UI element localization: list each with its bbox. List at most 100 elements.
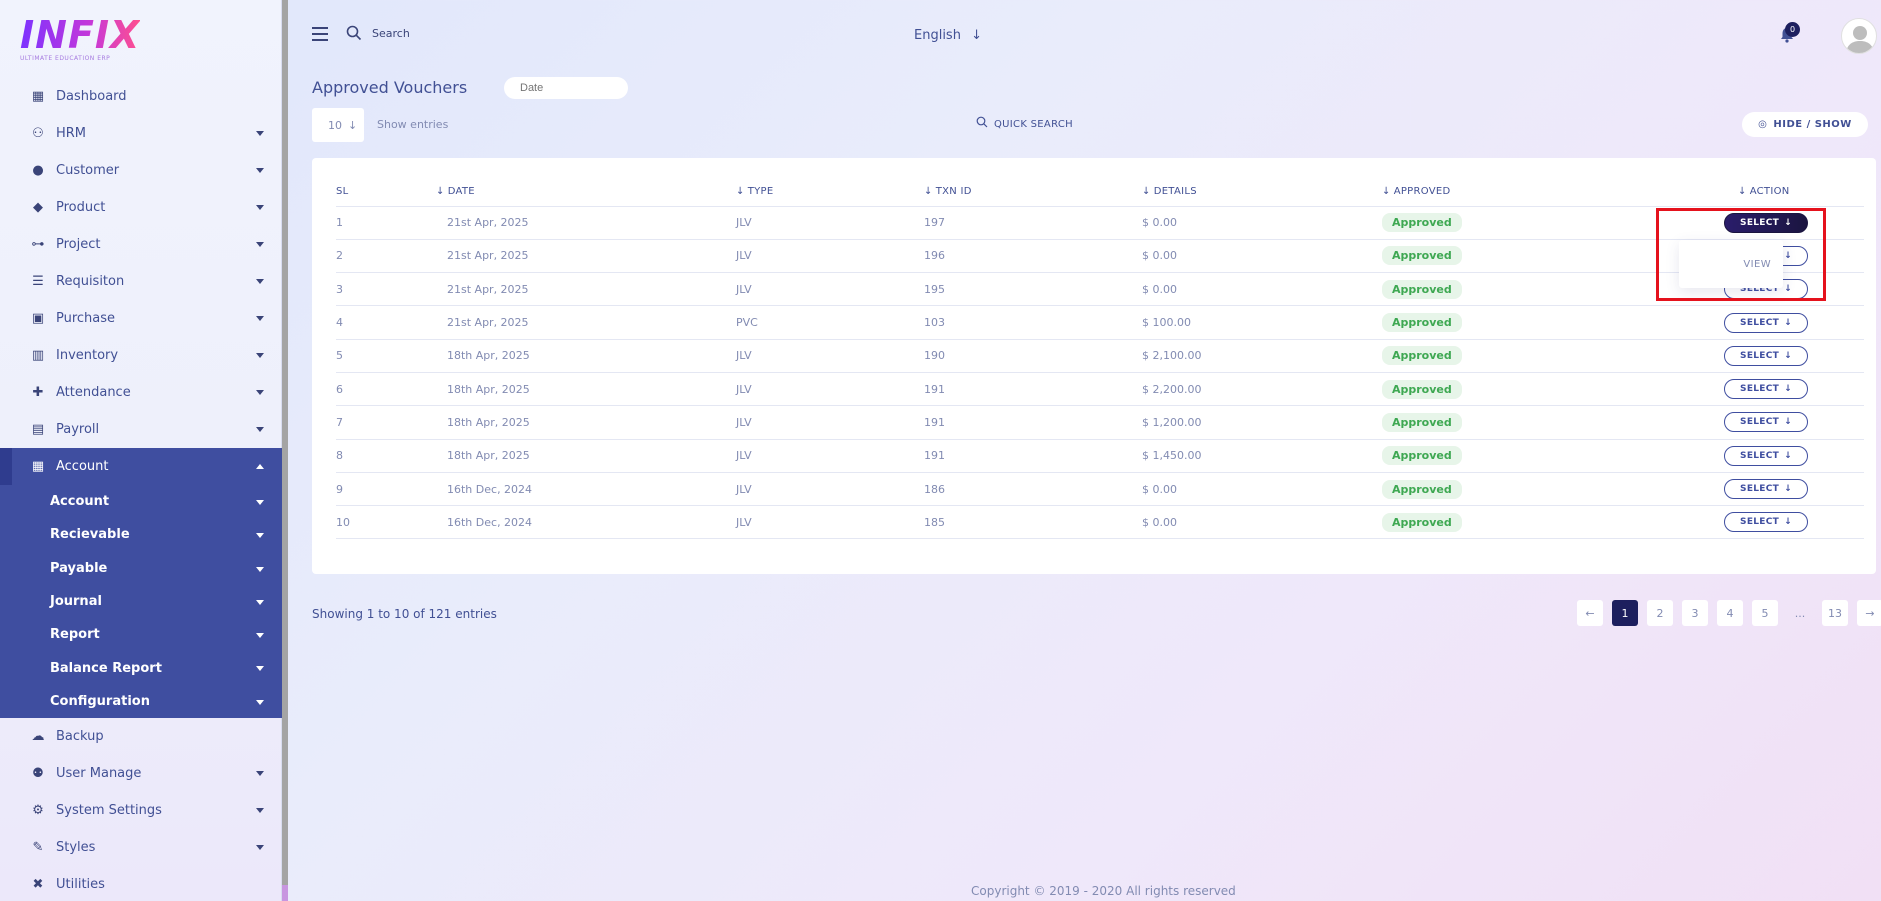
cell-text: 197 — [924, 216, 945, 230]
hide-show-columns-button[interactable]: ◎ HIDE / SHOW — [1742, 112, 1868, 137]
sidebar-item-purchase[interactable]: ▣ Purchase — [0, 300, 282, 337]
pagination-page-4[interactable]: 4 — [1717, 600, 1743, 626]
select-action-button[interactable]: SELECT ↓ — [1724, 345, 1808, 366]
date-filter-input[interactable] — [504, 77, 628, 99]
highlight-box — [1656, 208, 1826, 301]
cell-text: 18th Apr, 2025 — [447, 349, 530, 363]
table-row: 9 16th Dec, 2024 JLV 186 $ 0.00 Approved SELEC… — [336, 472, 1864, 507]
submenu-item-balance-report[interactable]: Balance Report — [0, 651, 282, 684]
sidebar-item-styles[interactable]: ✎ Styles — [0, 829, 282, 866]
table-cell: $ 0.00 — [1142, 239, 1382, 274]
table-cell: 21st Apr, 2025 — [436, 206, 736, 240]
sidebar-item-account[interactable]: ▦ Account — [0, 448, 282, 485]
chevron-down-icon — [256, 279, 264, 284]
table-cell: $ 1,200.00 — [1142, 405, 1382, 440]
user-avatar[interactable] — [1841, 18, 1877, 54]
cell-text: 18th Apr, 2025 — [447, 415, 530, 429]
column-header-approved[interactable]: ↓ APPROVED — [1382, 178, 1724, 207]
chevron-down-icon — [256, 533, 264, 539]
table-cell: JLV — [736, 439, 924, 473]
pagination-page-1[interactable]: 1 — [1612, 600, 1638, 626]
search-icon[interactable] — [346, 25, 362, 41]
vouchers-table-card: SL ↓ DATE ↓ TYPE ↓ TXN ID ↓ DETAILS ↓ APPROVED ↓ ACT… — [312, 158, 1876, 574]
chevron-down-icon — [256, 390, 264, 395]
cell-text: 5 — [336, 349, 343, 363]
table-cell: 191 — [924, 372, 1142, 407]
select-action-button[interactable]: SELECT ↓ — [1724, 479, 1808, 500]
table-cell: 6 — [336, 372, 436, 407]
pagination-page-3[interactable]: 3 — [1682, 600, 1708, 626]
sidebar-item-payroll[interactable]: ▤ Payroll — [0, 411, 282, 448]
sidebar-item-dashboard[interactable]: ▦ Dashboard — [0, 78, 282, 115]
select-label: SELECT — [1740, 417, 1780, 428]
column-header-action[interactable]: ↓ ACTION — [1724, 178, 1864, 207]
submenu-item-label: Report — [50, 627, 100, 643]
pagination-page-13[interactable]: 13 — [1822, 600, 1848, 626]
select-action-button[interactable]: SELECT ↓ — [1724, 445, 1808, 466]
column-header-txn-id[interactable]: ↓ TXN ID — [924, 178, 1142, 207]
column-header-label: TYPE — [747, 186, 774, 198]
sidebar-item-backup[interactable]: ☁ Backup — [0, 718, 282, 755]
sort-arrow-icon: ↓ — [1738, 186, 1747, 198]
submenu-item-payable[interactable]: Payable — [0, 552, 282, 585]
pagination-next-arrow-icon[interactable]: → — [1857, 600, 1881, 626]
cell-text: 18th Apr, 2025 — [447, 382, 530, 396]
sidebar-item-customer[interactable]: ● Customer — [0, 152, 282, 189]
scrollbar-thumb[interactable] — [282, 885, 288, 901]
cell-text: JLV — [736, 515, 752, 529]
brand-logo[interactable]: INFIX ULTIMATE EDUCATION ERP — [20, 16, 140, 62]
status-badge: Approved — [1382, 246, 1462, 266]
sort-arrow-icon: ↓ — [736, 186, 745, 198]
pagination-page-5[interactable]: 5 — [1752, 600, 1778, 626]
entries-per-page-select[interactable]: 10 ↓ — [312, 108, 364, 142]
table-cell: $ 0.00 — [1142, 206, 1382, 240]
sidebar-item-requisiton[interactable]: ☰ Requisiton — [0, 263, 282, 300]
arrow-down-icon: ↓ — [971, 28, 982, 43]
select-action-button[interactable]: SELECT ↓ — [1724, 379, 1808, 400]
pagination-prev-arrow-icon[interactable]: ← — [1577, 600, 1603, 626]
table-cell: 21st Apr, 2025 — [436, 239, 736, 274]
users-icon: ⚉ — [32, 766, 44, 782]
brand-name: INFIX — [20, 13, 141, 57]
select-label: SELECT — [1740, 450, 1780, 461]
sidebar-item-label: Attendance — [56, 385, 131, 400]
table-cell: 18th Apr, 2025 — [436, 439, 736, 473]
pagination-info: Showing 1 to 10 of 121 entries — [312, 607, 497, 621]
submenu-item-journal[interactable]: Journal — [0, 585, 282, 618]
select-action-button[interactable]: SELECT ↓ — [1724, 312, 1808, 333]
hamburger-menu-icon[interactable] — [312, 27, 328, 41]
sidebar-item-product[interactable]: ◆ Product — [0, 189, 282, 226]
quick-search-input[interactable]: QUICK SEARCH — [976, 116, 1073, 130]
sidebar-scrollbar[interactable] — [282, 0, 288, 901]
select-action-button[interactable]: SELECT ↓ — [1724, 412, 1808, 433]
project-diagram-icon: ⊶ — [31, 237, 45, 252]
table-cell: 18th Apr, 2025 — [436, 372, 736, 407]
language-selector[interactable]: English ↓ — [914, 28, 982, 43]
cell-text: $ 100.00 — [1142, 316, 1191, 330]
sidebar-item-project[interactable]: ⊶ Project — [0, 226, 282, 263]
sidebar-item-system-settings[interactable]: ⚙ System Settings — [0, 792, 282, 829]
table-cell: 21st Apr, 2025 — [436, 272, 736, 307]
sidebar-item-utilities[interactable]: ✖ Utilities — [0, 866, 282, 901]
chevron-down-icon — [256, 205, 264, 210]
submenu-item-report[interactable]: Report — [0, 618, 282, 651]
submenu-item-recievable[interactable]: Recievable — [0, 518, 282, 551]
select-action-button[interactable]: SELECT ↓ — [1724, 512, 1808, 533]
sidebar-item-attendance[interactable]: ✚ Attendance — [0, 374, 282, 411]
cell-text: $ 2,200.00 — [1142, 382, 1202, 396]
arrow-down-icon: ↓ — [1784, 484, 1792, 495]
chevron-down-icon — [256, 699, 264, 705]
column-header-type[interactable]: ↓ TYPE — [736, 178, 924, 207]
column-header-details[interactable]: ↓ DETAILS — [1142, 178, 1382, 207]
submenu-item-configuration[interactable]: Configuration — [0, 685, 282, 718]
brush-icon: ✎ — [32, 840, 44, 856]
pagination-page-2[interactable]: 2 — [1647, 600, 1673, 626]
sidebar-item-hrm[interactable]: ⚇ HRM — [0, 115, 282, 152]
sidebar-item-inventory[interactable]: ▥ Inventory — [0, 337, 282, 374]
sidebar-item-user-manage[interactable]: ⚉ User Manage — [0, 755, 282, 792]
search-label[interactable]: Search — [372, 27, 410, 40]
column-header-date[interactable]: ↓ DATE — [436, 178, 736, 207]
arrow-down-icon: ↓ — [1784, 384, 1792, 395]
cell-text: 185 — [924, 515, 945, 529]
submenu-item-account[interactable]: Account — [0, 485, 282, 518]
